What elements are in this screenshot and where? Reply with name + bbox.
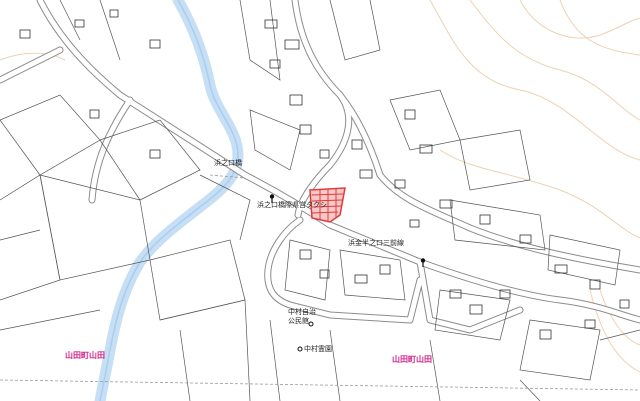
district-label-right: 山田町山田 bbox=[392, 355, 432, 364]
road-label-hamanokuchi-bridge: 浜之口橋 bbox=[214, 159, 242, 167]
cemetery-label: 中村霊園 bbox=[304, 345, 332, 353]
district-label-left: 山田町山田 bbox=[65, 351, 105, 360]
facility-label-line1: 中村自治 bbox=[288, 308, 316, 316]
cemetery-icon bbox=[297, 346, 303, 352]
road-label-route: 浜金半之口三前線 bbox=[348, 239, 404, 247]
map-view[interactable]: 浜之口橋 浜之口橋際県営タクシ 浜金半之口三前線 中村自治 公民館 中村霊園 山… bbox=[0, 0, 640, 401]
road-label-bus-stop: 浜之口橋際県営タクシ bbox=[257, 201, 327, 209]
bus-stop-icon[interactable] bbox=[420, 258, 426, 267]
facility-label-line2: 公民館 bbox=[288, 317, 309, 325]
